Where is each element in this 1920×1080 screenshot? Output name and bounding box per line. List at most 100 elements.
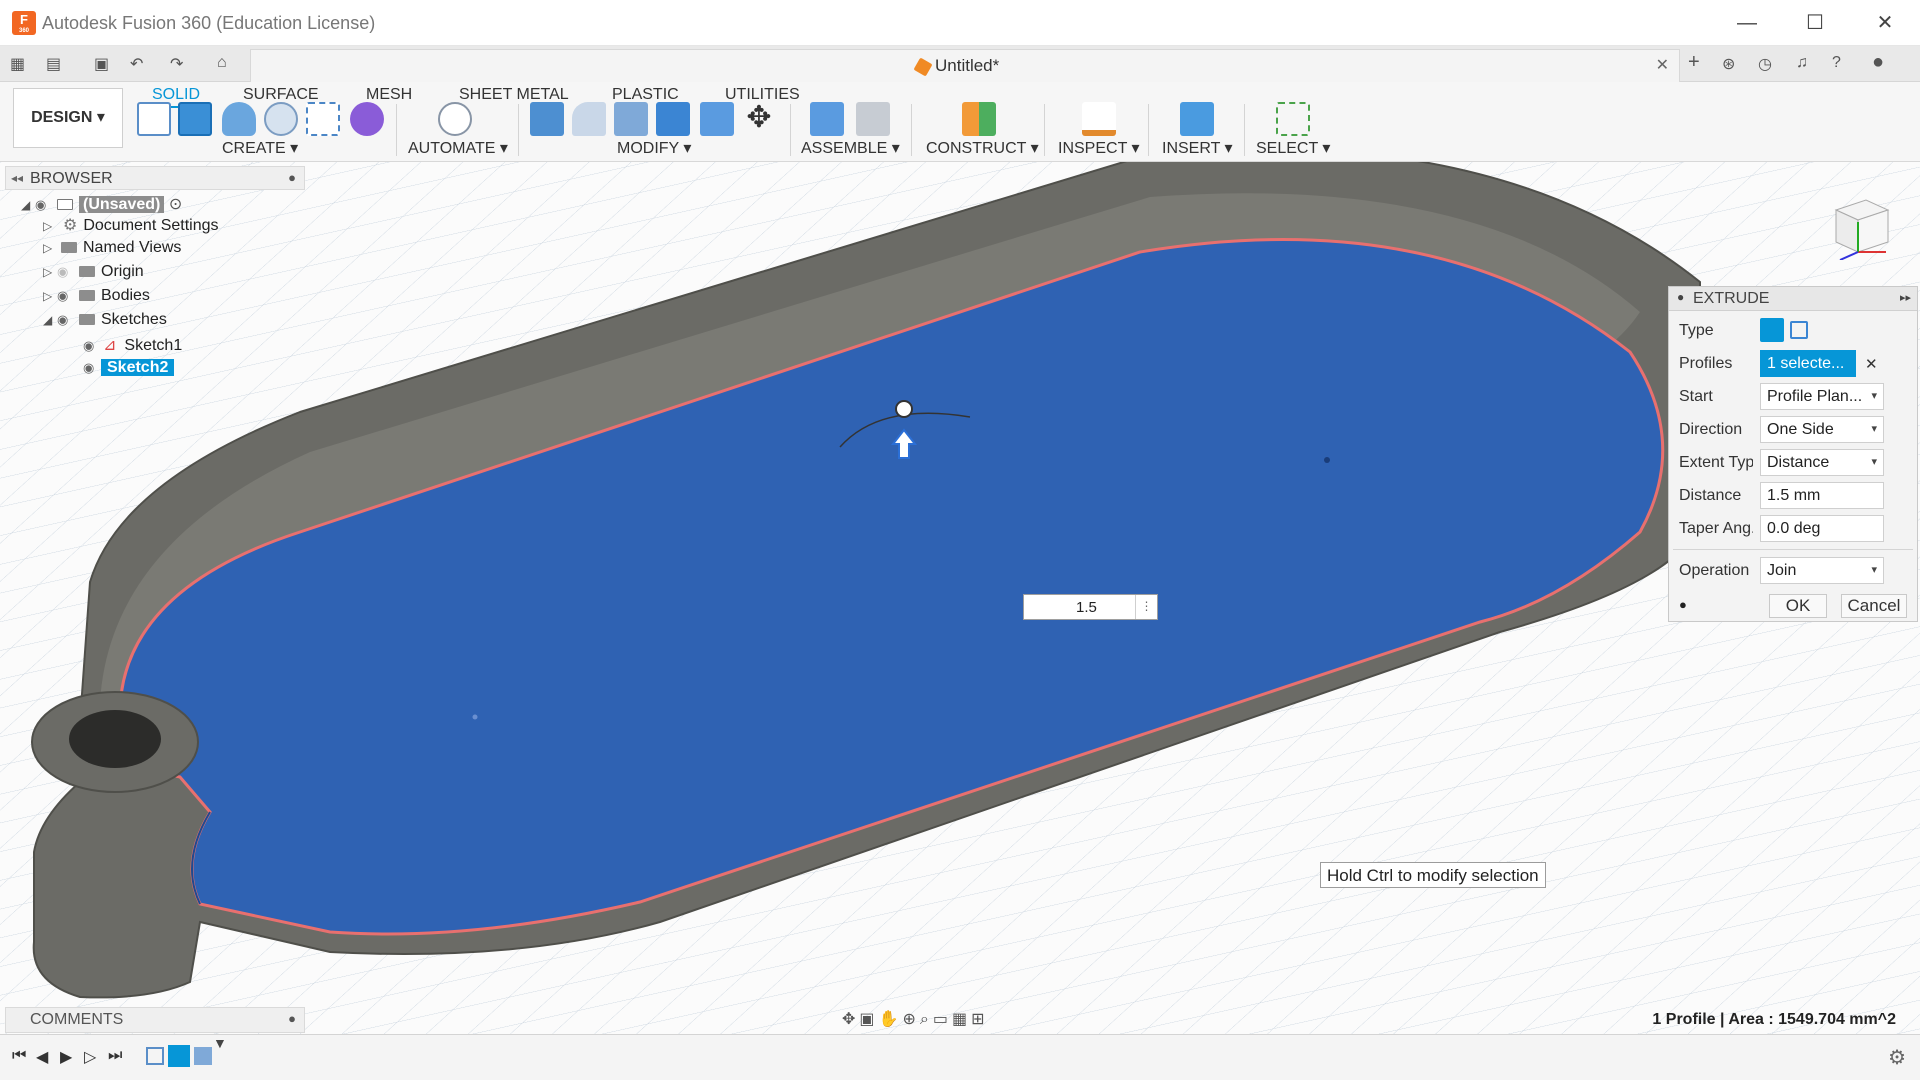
hidden-eye-icon[interactable]: ◉: [57, 264, 75, 280]
browser-options-icon[interactable]: ●: [288, 170, 296, 185]
zoom-icon[interactable]: ⊕: [902, 1011, 919, 1028]
visibility-eye-icon[interactable]: ◉: [57, 288, 75, 304]
shell-icon[interactable]: [700, 102, 734, 136]
insert-menu[interactable]: INSERT ▾: [1162, 138, 1233, 158]
collapse-dialog-icon[interactable]: ●: [1677, 290, 1684, 304]
construct-menu[interactable]: CONSTRUCT ▾: [926, 138, 1039, 158]
select-menu[interactable]: SELECT ▾: [1256, 138, 1330, 158]
tree-item-bodies[interactable]: ▷ ◉ Bodies: [43, 287, 150, 309]
assemble-menu[interactable]: ASSEMBLE ▾: [801, 138, 900, 158]
add-comment-icon[interactable]: ●: [288, 1011, 296, 1026]
create-menu[interactable]: CREATE ▾: [222, 138, 298, 158]
redo-icon[interactable]: ↷: [170, 54, 183, 74]
collapsed-triangle-icon[interactable]: ▷: [43, 241, 57, 255]
inspect-menu[interactable]: INSPECT ▾: [1058, 138, 1140, 158]
tree-item-sketch1[interactable]: ◉ ⊿ Sketch1: [83, 335, 182, 357]
timeline-extrude-icon[interactable]: [194, 1047, 212, 1065]
tree-item-sketch2[interactable]: ◉ Sketch2: [83, 359, 175, 381]
more-options-icon[interactable]: ⋮: [1135, 595, 1157, 619]
step-back-icon[interactable]: ◀: [36, 1047, 48, 1067]
thin-type-icon[interactable]: [1790, 321, 1808, 339]
manipulator-handle[interactable]: [895, 400, 913, 418]
clear-selection-icon[interactable]: ✕: [1865, 355, 1878, 373]
comments-panel[interactable]: COMMENTS ●: [5, 1007, 305, 1033]
press-pull-icon[interactable]: [530, 102, 564, 136]
new-tab-icon[interactable]: +: [1688, 51, 1700, 74]
timeline-sketch1-icon[interactable]: [146, 1047, 164, 1065]
help-icon[interactable]: ?: [1832, 54, 1841, 72]
notifications-icon[interactable]: ♫: [1796, 54, 1808, 72]
hole-icon[interactable]: [264, 102, 298, 136]
fit-icon[interactable]: ⌕: [920, 1011, 933, 1028]
step-forward-icon[interactable]: ▷: [84, 1047, 96, 1067]
tab-mesh[interactable]: MESH: [366, 86, 412, 104]
visibility-eye-icon[interactable]: ◉: [57, 312, 75, 328]
automate-menu[interactable]: AUTOMATE ▾: [408, 138, 508, 158]
visibility-eye-icon[interactable]: ◉: [83, 360, 101, 376]
operation-select[interactable]: Join: [1760, 557, 1884, 584]
home-icon[interactable]: ⌂: [217, 54, 227, 72]
workspace-switcher-button[interactable]: DESIGN ▾: [13, 88, 123, 148]
taper-angle-field[interactable]: 0.0 deg: [1760, 515, 1884, 542]
activate-radio-icon[interactable]: ⊙: [169, 196, 182, 213]
collapsed-triangle-icon[interactable]: ▷: [43, 219, 57, 233]
grid-settings-icon[interactable]: ▦: [952, 1011, 971, 1028]
minimize-button[interactable]: —: [1724, 8, 1770, 38]
extent-type-select[interactable]: Distance: [1760, 449, 1884, 476]
go-to-end-icon[interactable]: ⏭: [108, 1047, 122, 1065]
insert-image-icon[interactable]: [1180, 102, 1214, 136]
undo-icon[interactable]: ↶: [130, 54, 143, 74]
info-icon[interactable]: ●: [1679, 597, 1687, 612]
create-form-icon[interactable]: [350, 102, 384, 136]
document-tab[interactable]: Untitled* ✕: [250, 49, 1680, 82]
extrude-dialog-header[interactable]: ● EXTRUDE ▸▸: [1669, 287, 1917, 311]
profiles-selection-button[interactable]: 1 selecte...: [1760, 350, 1856, 377]
look-at-icon[interactable]: ▣: [859, 1011, 878, 1028]
maximize-button[interactable]: ☐: [1792, 8, 1838, 38]
joint-icon[interactable]: [856, 102, 890, 136]
chamfer-icon[interactable]: [614, 102, 648, 136]
tree-item-sketches[interactable]: ◢ ◉ Sketches: [43, 311, 167, 333]
automate-icon[interactable]: [438, 102, 472, 136]
tree-item-origin[interactable]: ▷ ◉ Origin: [43, 263, 144, 285]
expand-dialog-icon[interactable]: ▸▸: [1900, 291, 1911, 304]
cancel-button[interactable]: Cancel: [1841, 594, 1907, 618]
move-copy-icon[interactable]: ✥: [742, 102, 776, 136]
revolve-icon[interactable]: [222, 102, 256, 136]
browser-header[interactable]: ◂◂ BROWSER ●: [5, 166, 305, 190]
measure-icon[interactable]: [1082, 102, 1116, 136]
modify-menu[interactable]: MODIFY ▾: [617, 138, 691, 158]
visibility-eye-icon[interactable]: ◉: [35, 197, 53, 213]
view-cube[interactable]: [1826, 190, 1896, 261]
visibility-eye-icon[interactable]: ◉: [83, 338, 101, 354]
offset-plane-icon[interactable]: [962, 102, 996, 136]
direction-select[interactable]: One Side: [1760, 416, 1884, 443]
timeline-marker-icon[interactable]: ▼: [213, 1035, 227, 1051]
extrude-icon[interactable]: [178, 102, 212, 136]
new-component-icon[interactable]: [810, 102, 844, 136]
start-select[interactable]: Profile Plan...: [1760, 383, 1884, 410]
ok-button[interactable]: OK: [1769, 594, 1827, 618]
extensions-icon[interactable]: ⊛: [1722, 54, 1735, 74]
close-tab-icon[interactable]: ✕: [1656, 55, 1669, 75]
solid-type-icon[interactable]: [1760, 318, 1784, 342]
display-settings-icon[interactable]: ▭: [933, 1011, 952, 1028]
user-avatar-icon[interactable]: ●: [1872, 51, 1884, 74]
orbit-icon[interactable]: ✥: [842, 1011, 859, 1028]
pattern-icon[interactable]: [306, 102, 340, 136]
distance-inline-input[interactable]: 1.5 ⋮: [1023, 594, 1158, 620]
close-window-button[interactable]: ✕: [1862, 8, 1908, 38]
expanded-triangle-icon[interactable]: ◢: [43, 313, 57, 327]
combine-icon[interactable]: [656, 102, 690, 136]
play-icon[interactable]: ▶: [60, 1047, 72, 1067]
collapsed-triangle-icon[interactable]: ▷: [43, 265, 57, 279]
tree-item-named-views[interactable]: ▷ Named Views: [43, 239, 181, 261]
collapse-panel-icon[interactable]: ◂◂: [11, 171, 23, 185]
timeline-settings-gear-icon[interactable]: ⚙: [1888, 1045, 1906, 1070]
create-sketch-icon[interactable]: [137, 102, 171, 136]
pan-icon[interactable]: ✋: [879, 1011, 903, 1028]
distance-field[interactable]: 1.5 mm: [1760, 482, 1884, 509]
job-status-icon[interactable]: ◷: [1758, 54, 1772, 74]
collapsed-triangle-icon[interactable]: ▷: [43, 289, 57, 303]
fillet-icon[interactable]: [572, 102, 606, 136]
